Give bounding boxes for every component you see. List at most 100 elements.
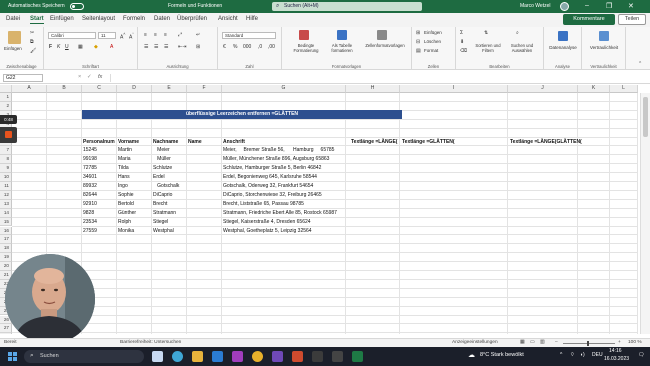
increase-decimal-icon[interactable]: ,0 <box>258 44 262 50</box>
row-header[interactable]: 12 <box>0 190 12 200</box>
tab-ansicht[interactable]: Ansicht <box>218 16 238 22</box>
bold-icon[interactable]: F <box>49 44 52 50</box>
sort-filter-label[interactable]: Sortieren und Filtern <box>474 43 502 53</box>
table-cell-c[interactable]: 23534 <box>83 218 97 227</box>
paste-icon[interactable] <box>8 31 21 44</box>
cell-styles-label[interactable]: Zellenformatvorlagen <box>360 43 410 48</box>
notification-icon[interactable]: 🗨 <box>638 352 644 358</box>
find-select-icon[interactable]: ⌕ <box>516 30 519 36</box>
table-cell-d[interactable]: Sophie <box>118 191 134 200</box>
shrink-font-icon[interactable]: Aˇ <box>129 32 134 41</box>
row-header[interactable]: 20 <box>0 262 12 271</box>
paste-label[interactable]: Einfügen <box>4 46 22 51</box>
table-cell-d[interactable]: Monika <box>118 227 134 236</box>
row-header[interactable]: 17 <box>0 235 12 245</box>
format-as-table-icon[interactable] <box>337 30 347 40</box>
row-header[interactable]: 1 <box>0 93 12 102</box>
scrollbar-thumb[interactable] <box>643 97 648 137</box>
table-cell-g[interactable]: Gotschalk, Oderweg 32, Frankfurt 54654 <box>223 182 313 191</box>
outlook-icon[interactable] <box>212 351 223 362</box>
header-cell-i[interactable]: Textlänge =GLÄTTEN( <box>402 138 455 147</box>
grow-font-icon[interactable]: A^ <box>120 32 125 41</box>
table-cell-g[interactable]: DiCaprio, Storchenwiese 32, Freiburg 264… <box>223 191 322 200</box>
conditional-formatting-label[interactable]: Bedingte Formatierung <box>288 43 324 53</box>
share-button[interactable]: Teilen <box>618 14 646 25</box>
insert-cells-label[interactable]: Einfügen <box>424 30 442 35</box>
table-cell-e[interactable]: Westphal <box>153 227 174 236</box>
zoom-level[interactable]: 100 % <box>628 340 642 345</box>
column-header[interactable]: I <box>400 85 508 93</box>
row-header[interactable]: 13 <box>0 199 12 209</box>
header-cell-c[interactable]: Personalnum <box>83 138 115 147</box>
thousands-icon[interactable]: 000 <box>243 44 251 50</box>
tray-overflow-icon[interactable]: ^ <box>560 352 562 358</box>
table-cell-g[interactable]: Müller, Münchener Straße 896, Augsburg 6… <box>223 155 329 164</box>
merge-center-icon[interactable]: ⊞ <box>196 44 200 50</box>
autosave-toggle[interactable] <box>70 3 84 10</box>
edge-browser-icon[interactable] <box>172 351 183 362</box>
column-header[interactable]: K <box>578 85 610 93</box>
normal-view-icon[interactable]: ▦ <box>520 340 525 345</box>
tab-ueberpruefen[interactable]: Überprüfen <box>177 16 207 22</box>
column-header[interactable]: D <box>117 85 152 93</box>
orientation-icon[interactable]: ⤢ <box>178 32 182 38</box>
column-header[interactable]: E <box>152 85 187 93</box>
format-painter-icon[interactable]: 🖌 <box>30 48 36 54</box>
table-cell-c[interactable]: 99198 <box>83 155 97 164</box>
search-box[interactable]: ⌕ Suchen (Alt+M) <box>272 2 422 11</box>
row-header[interactable]: 16 <box>0 226 12 236</box>
avatar[interactable] <box>560 2 569 11</box>
volume-icon[interactable]: ◖) <box>580 352 585 358</box>
table-cell-d[interactable]: Hans <box>118 173 130 182</box>
delete-cells-label[interactable]: Löschen <box>424 39 441 44</box>
fill-color-icon[interactable]: ◆ <box>94 44 98 50</box>
table-cell-e[interactable]: Müller <box>153 155 171 164</box>
select-all-corner[interactable] <box>0 85 12 93</box>
column-header[interactable]: B <box>47 85 82 93</box>
column-header[interactable]: F <box>187 85 222 93</box>
autosum-icon[interactable]: Σ <box>460 30 463 36</box>
table-cell-c[interactable]: 27559 <box>83 227 97 236</box>
table-cell-g[interactable]: Brecht, Liststraße 65, Passau 98785 <box>223 200 304 209</box>
tab-start[interactable]: Start <box>30 16 44 24</box>
cut-icon[interactable]: ✂ <box>30 30 34 36</box>
table-cell-g[interactable]: Westphal, Goetheplatz 5, Leipzig 32564 <box>223 227 312 236</box>
taskbar-search[interactable]: ⌕ Suchen <box>24 350 144 363</box>
column-header[interactable]: L <box>610 85 638 93</box>
header-cell-f[interactable]: Name <box>188 138 202 147</box>
row-header[interactable]: 19 <box>0 253 12 263</box>
align-top-icon[interactable]: ≡ <box>144 32 147 38</box>
table-cell-e[interactable]: Meier <box>153 146 170 155</box>
table-cell-g[interactable]: Erdel, Begonienweg 645, Karlsruhe 58544 <box>223 173 317 182</box>
row-header[interactable]: 11 <box>0 182 12 191</box>
teams-icon[interactable] <box>272 351 283 362</box>
table-cell-c[interactable]: 89932 <box>83 182 97 191</box>
formula-input[interactable] <box>110 74 638 82</box>
weather-text[interactable]: 8°C Stark bewölkt <box>480 352 524 358</box>
tab-hilfe[interactable]: Hilfe <box>246 16 258 22</box>
percent-icon[interactable]: % <box>233 44 237 50</box>
copy-icon[interactable]: ⧉ <box>30 39 34 45</box>
table-cell-e[interactable]: Brecht <box>153 200 167 209</box>
table-cell-d[interactable]: Günther <box>118 209 136 218</box>
row-header[interactable]: 18 <box>0 244 12 254</box>
sort-filter-icon[interactable]: ⇅ <box>484 30 488 36</box>
row-header[interactable]: 8 <box>0 155 12 165</box>
tab-formeln[interactable]: Formeln <box>123 16 145 22</box>
column-header[interactable]: C <box>82 85 117 93</box>
row-header[interactable]: 14 <box>0 208 12 218</box>
restore-icon[interactable]: ❐ <box>606 2 612 10</box>
powerpoint-icon[interactable] <box>292 351 303 362</box>
windows-start-icon[interactable] <box>8 352 17 361</box>
onenote-icon[interactable] <box>232 351 243 362</box>
header-cell-d[interactable]: Vorname <box>118 138 139 147</box>
chrome-icon[interactable] <box>252 351 263 362</box>
terminal-icon[interactable] <box>312 351 323 362</box>
table-cell-e[interactable]: Gotschalk <box>153 182 179 191</box>
user-name[interactable]: Marco Wetzel <box>520 3 550 9</box>
align-center-icon[interactable]: ☰ <box>154 44 158 50</box>
table-cell-g[interactable]: Meier, Bremer Straße 56, Hamburg 65785 <box>223 146 334 155</box>
header-cell-e[interactable]: Nachname <box>153 138 178 147</box>
align-bottom-icon[interactable]: ≡ <box>164 32 167 38</box>
find-select-label[interactable]: Suchen und Auswählen <box>504 43 540 53</box>
